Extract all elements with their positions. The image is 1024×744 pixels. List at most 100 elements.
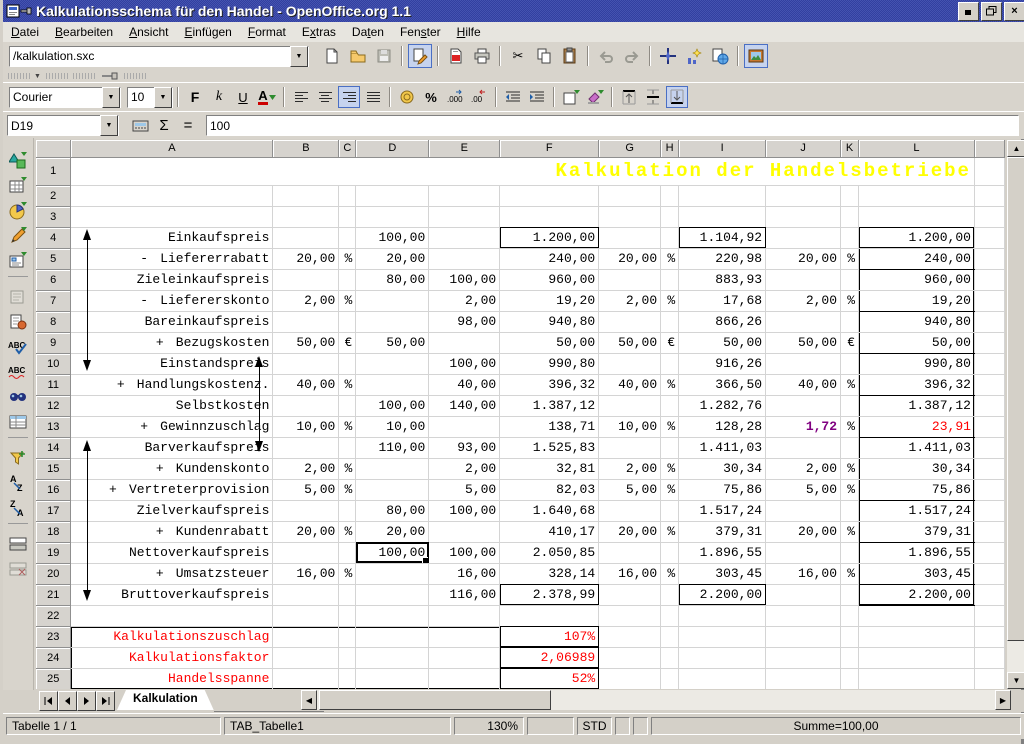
cell-J8[interactable] bbox=[766, 311, 841, 332]
menu-item-daten[interactable]: Daten bbox=[344, 23, 392, 41]
cell-L10[interactable]: 990,80 bbox=[859, 353, 975, 374]
cell-K13[interactable]: % bbox=[841, 416, 859, 437]
cell-B13[interactable]: 10,00 bbox=[273, 416, 339, 437]
cell-D10[interactable] bbox=[356, 353, 429, 374]
cell-A24[interactable]: Kalkulationsfaktor bbox=[71, 647, 273, 668]
cell-A10[interactable]: Einstandspreis bbox=[71, 353, 273, 374]
column-header-L[interactable]: L bbox=[859, 140, 975, 157]
column-header-J[interactable]: J bbox=[766, 140, 841, 157]
cell-G13[interactable]: 10,00 bbox=[599, 416, 661, 437]
hyperlink-button[interactable] bbox=[708, 44, 732, 68]
autofilter-icon[interactable] bbox=[5, 445, 31, 470]
insert-cells-icon[interactable] bbox=[5, 173, 31, 198]
toolbar-handle-icon[interactable] bbox=[73, 73, 95, 79]
background-color-button[interactable] bbox=[584, 86, 606, 108]
cell-K4[interactable] bbox=[841, 227, 859, 248]
cell-E13[interactable] bbox=[429, 416, 500, 437]
cell-G23[interactable] bbox=[599, 626, 661, 647]
cell-K6[interactable] bbox=[841, 269, 859, 290]
cell-B14[interactable] bbox=[273, 437, 339, 458]
cell-D25[interactable] bbox=[356, 668, 429, 689]
cell-C2[interactable] bbox=[339, 185, 356, 206]
cell-C25[interactable] bbox=[339, 668, 356, 689]
edit-file-button[interactable] bbox=[408, 44, 432, 68]
cell-A2[interactable] bbox=[71, 185, 273, 206]
cell-L17[interactable]: 1.517,24 bbox=[859, 500, 975, 521]
cell-A9[interactable]: +Bezugskosten bbox=[71, 332, 273, 353]
cell-C10[interactable] bbox=[339, 353, 356, 374]
cell-D13[interactable]: 10,00 bbox=[356, 416, 429, 437]
font-name-dropdown-icon[interactable]: ▼ bbox=[102, 87, 120, 108]
add-decimal-button[interactable]: .000 bbox=[444, 86, 466, 108]
cell-A4[interactable]: Einkaufspreis bbox=[71, 227, 273, 248]
cell-H20[interactable]: % bbox=[661, 563, 679, 584]
align-right-button[interactable] bbox=[338, 86, 360, 108]
cell-E9[interactable] bbox=[429, 332, 500, 353]
cell-F8[interactable]: 940,80 bbox=[500, 311, 599, 332]
scroll-right-icon[interactable]: ▶ bbox=[995, 690, 1011, 710]
cell-K2[interactable] bbox=[841, 185, 859, 206]
name-box[interactable]: ▼ bbox=[7, 115, 119, 136]
cell-K10[interactable] bbox=[841, 353, 859, 374]
cell-M19[interactable] bbox=[974, 542, 1004, 563]
cell-K23[interactable] bbox=[841, 626, 859, 647]
scroll-left-icon[interactable]: ◀ bbox=[301, 690, 317, 710]
cell-M20[interactable] bbox=[974, 563, 1004, 584]
horizontal-scrollbar[interactable]: ◀ ▶ bbox=[301, 690, 1011, 710]
row-header-12[interactable]: 12 bbox=[36, 395, 71, 416]
cell-A3[interactable] bbox=[71, 206, 273, 227]
cell-G4[interactable] bbox=[599, 227, 661, 248]
cell-M15[interactable] bbox=[974, 458, 1004, 479]
row-header-17[interactable]: 17 bbox=[36, 500, 71, 521]
cell-H2[interactable] bbox=[661, 185, 679, 206]
cell-K19[interactable] bbox=[841, 542, 859, 563]
cell-L6[interactable]: 960,00 bbox=[859, 269, 975, 290]
cell-I14[interactable]: 1.411,03 bbox=[679, 437, 766, 458]
cell-F21[interactable]: 2.378,99 bbox=[500, 584, 599, 605]
cell-M2[interactable] bbox=[974, 185, 1004, 206]
cell-B24[interactable] bbox=[273, 647, 339, 668]
scroll-down-icon[interactable]: ▼ bbox=[1007, 672, 1024, 689]
cell-M13[interactable] bbox=[974, 416, 1004, 437]
cell-A5[interactable]: -Liefererrabatt bbox=[71, 248, 273, 269]
cell-M5[interactable] bbox=[974, 248, 1004, 269]
cell-I24[interactable] bbox=[679, 647, 766, 668]
cell-M21[interactable] bbox=[974, 584, 1004, 605]
toolbar-handle-icon[interactable] bbox=[124, 73, 146, 79]
cell-G9[interactable]: 50,00 bbox=[599, 332, 661, 353]
cell-J16[interactable]: 5,00 bbox=[766, 479, 841, 500]
cell-L25[interactable] bbox=[859, 668, 975, 689]
cell-E6[interactable]: 100,00 bbox=[429, 269, 500, 290]
function-wizard-icon[interactable] bbox=[129, 115, 151, 137]
cell-G21[interactable] bbox=[599, 584, 661, 605]
auto-spellcheck-icon[interactable]: ABC bbox=[5, 359, 31, 384]
cell-G3[interactable] bbox=[599, 206, 661, 227]
cell-I10[interactable]: 916,26 bbox=[679, 353, 766, 374]
cell-H8[interactable] bbox=[661, 311, 679, 332]
cell-L3[interactable]: Differenz bbox=[859, 206, 975, 227]
cell-E18[interactable] bbox=[429, 521, 500, 542]
column-header-F[interactable]: F bbox=[500, 140, 599, 157]
cell-M16[interactable] bbox=[974, 479, 1004, 500]
row-header-18[interactable]: 18 bbox=[36, 521, 71, 542]
cell-A16[interactable]: +Vertreterprovision bbox=[71, 479, 273, 500]
cell-L18[interactable]: 379,31 bbox=[859, 521, 975, 542]
menu-item-bearbeiten[interactable]: Bearbeiten bbox=[47, 23, 121, 41]
cell-C13[interactable]: % bbox=[339, 416, 356, 437]
cell-F2[interactable] bbox=[500, 185, 599, 206]
status-zoom[interactable]: 130% bbox=[454, 717, 524, 735]
sheet-title-cell[interactable]: Kalkulation der Handelsbetriebe bbox=[71, 157, 974, 185]
cell-G11[interactable]: 40,00 bbox=[599, 374, 661, 395]
column-header-C[interactable]: C bbox=[339, 140, 356, 157]
row-header-3[interactable]: 3 bbox=[36, 206, 71, 227]
toolbar-handle-icon[interactable] bbox=[8, 73, 30, 79]
column-header-M[interactable] bbox=[974, 140, 1004, 157]
cell-D18[interactable]: 20,00 bbox=[356, 521, 429, 542]
sort-ascending-icon[interactable]: AZ bbox=[5, 470, 31, 495]
cell-I18[interactable]: 379,31 bbox=[679, 521, 766, 542]
cell-G20[interactable]: 16,00 bbox=[599, 563, 661, 584]
cell-I19[interactable]: 1.896,55 bbox=[679, 542, 766, 563]
cell-B18[interactable]: 20,00 bbox=[273, 521, 339, 542]
align-top-button[interactable] bbox=[618, 86, 640, 108]
cell-E11[interactable]: 40,00 bbox=[429, 374, 500, 395]
